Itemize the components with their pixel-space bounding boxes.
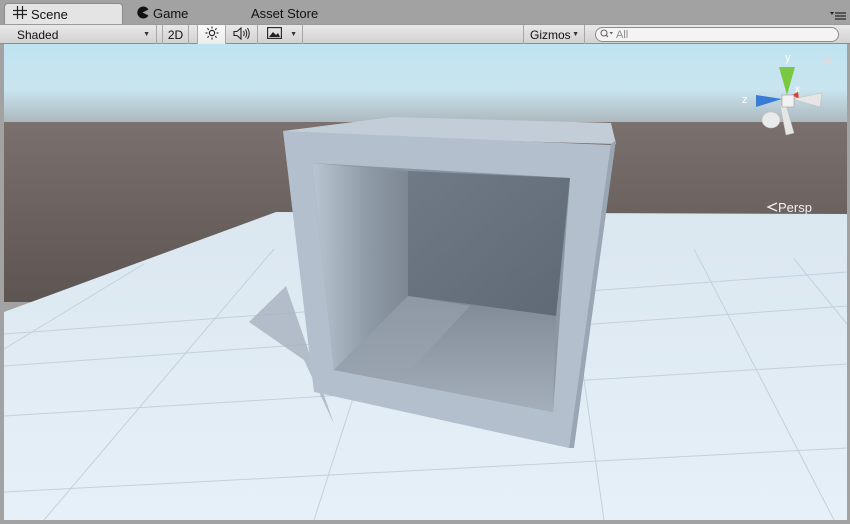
gizmos-dropdown[interactable]: Gizmos ▼ <box>523 25 585 44</box>
grid-icon <box>13 6 27 22</box>
toggle-2d-button[interactable]: 2D <box>162 25 189 44</box>
sky <box>4 44 847 126</box>
tab-asset-store-label: Asset Store <box>251 6 319 21</box>
tab-scene[interactable]: Scene <box>4 3 123 24</box>
speaker-icon <box>232 26 251 43</box>
scene-toolbar: Shaded ▼ 2D ▼ Gizmos ▼ All <box>0 24 850 44</box>
search-placeholder: All <box>616 28 629 41</box>
scene-viewport[interactable]: y x z Persp <box>4 44 847 520</box>
image-icon <box>267 27 282 42</box>
tab-bar: Scene Game Asset Store <box>0 0 850 24</box>
z-axis-cone-icon[interactable] <box>756 95 782 107</box>
tab-asset-store[interactable]: Asset Store <box>251 3 351 24</box>
search-field[interactable]: All <box>595 27 839 42</box>
shading-mode-dropdown[interactable]: Shaded ▼ <box>10 25 157 44</box>
gizmo-center-cube-icon[interactable] <box>781 94 795 108</box>
search-icon <box>600 28 614 41</box>
chevron-left-icon <box>766 200 778 215</box>
tab-game-label: Game <box>153 6 189 21</box>
scene-audio-toggle[interactable] <box>226 25 258 44</box>
sun-icon <box>205 26 219 43</box>
toggle-2d-label: 2D <box>167 27 184 42</box>
projection-label: Persp <box>778 200 812 215</box>
cube-inner-back-wall <box>408 171 570 316</box>
gizmos-label: Gizmos <box>530 27 571 42</box>
orientation-gizmo[interactable]: y x z <box>742 49 832 141</box>
neg-z-axis-cone-icon[interactable] <box>761 111 781 129</box>
chevron-down-icon: ▼ <box>290 31 297 38</box>
axis-label-z: z <box>742 94 748 106</box>
chevron-down-icon: ▼ <box>572 31 579 38</box>
axis-label-y: y <box>785 52 791 64</box>
shading-mode-label: Shaded <box>17 27 59 42</box>
gizmo-lock-icon[interactable] <box>824 58 832 64</box>
scene-effects-dropdown[interactable]: ▼ <box>258 25 303 44</box>
scene-render <box>4 44 847 520</box>
scene-lighting-toggle[interactable] <box>197 25 226 44</box>
neg-y-axis-cone-icon[interactable] <box>779 104 795 136</box>
tab-game[interactable]: Game <box>136 3 236 24</box>
pacman-icon <box>136 6 149 22</box>
tab-scene-label: Scene <box>31 6 68 22</box>
panel-menu-icon[interactable] <box>830 10 846 20</box>
projection-toggle[interactable]: Persp <box>766 200 812 215</box>
chevron-down-icon: ▼ <box>143 31 150 38</box>
y-axis-cone-icon[interactable] <box>779 67 795 95</box>
